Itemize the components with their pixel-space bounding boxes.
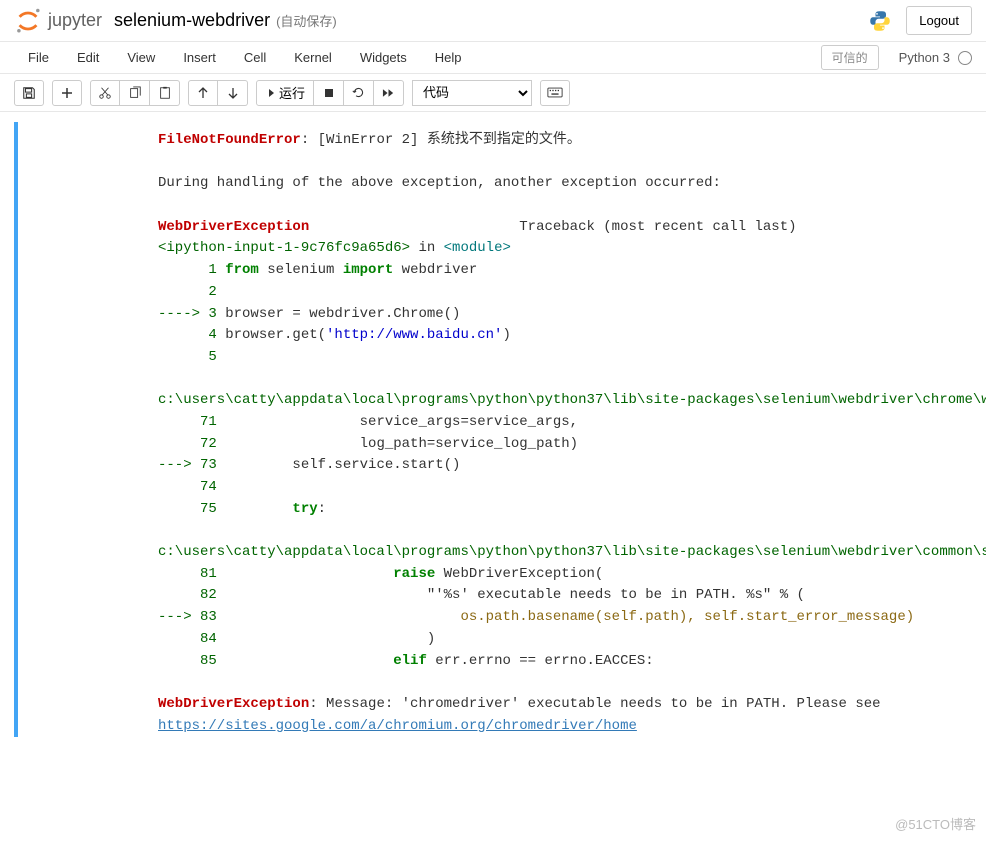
kernel-indicator: Python 3 — [899, 50, 972, 65]
keyboard-icon — [547, 87, 563, 98]
error-name: WebDriverException — [158, 219, 309, 235]
menu-widgets[interactable]: Widgets — [346, 44, 421, 71]
arrow-down-icon — [227, 87, 239, 99]
run-label: 运行 — [279, 83, 305, 102]
jupyter-icon — [14, 7, 42, 35]
move-down-button[interactable] — [218, 80, 248, 106]
restart-icon — [352, 86, 365, 99]
command-palette-button[interactable] — [540, 80, 570, 106]
arrow-up-icon — [197, 87, 209, 99]
restart-button[interactable] — [344, 80, 374, 106]
logo-text: jupyter — [48, 10, 102, 31]
menubar: File Edit View Insert Cell Kernel Widget… — [0, 42, 986, 74]
menu-insert[interactable]: Insert — [169, 44, 230, 71]
cut-icon — [98, 86, 112, 100]
paste-button[interactable] — [150, 80, 180, 106]
cut-button[interactable] — [90, 80, 120, 106]
save-icon — [22, 86, 36, 100]
chromedriver-link[interactable]: https://sites.google.com/a/chromium.org/… — [158, 718, 637, 734]
notebook-title[interactable]: selenium-webdriver — [114, 10, 270, 31]
menu-edit[interactable]: Edit — [63, 44, 113, 71]
error-name: WebDriverException — [158, 696, 309, 712]
cell-type-select[interactable]: 代码 — [412, 80, 532, 106]
code-cell[interactable]: FileNotFoundError: [WinError 2] 系统找不到指定的… — [14, 122, 972, 737]
run-icon — [265, 88, 275, 98]
paste-icon — [158, 86, 172, 100]
menu-view[interactable]: View — [113, 44, 169, 71]
menu-help[interactable]: Help — [421, 44, 476, 71]
trust-button[interactable]: 可信的 — [821, 45, 879, 70]
error-name: FileNotFoundError — [158, 132, 301, 148]
move-up-button[interactable] — [188, 80, 218, 106]
plus-icon — [61, 87, 73, 99]
header: jupyter selenium-webdriver (自动保存) Logout — [0, 0, 986, 42]
copy-button[interactable] — [120, 80, 150, 106]
toolbar: 运行 代码 — [0, 74, 986, 112]
menu-file[interactable]: File — [14, 44, 63, 71]
kernel-idle-icon — [958, 51, 972, 65]
stop-icon — [324, 88, 334, 98]
run-button[interactable]: 运行 — [256, 80, 314, 106]
menu-cell[interactable]: Cell — [230, 44, 280, 71]
jupyter-logo[interactable]: jupyter — [14, 7, 102, 35]
restart-run-all-button[interactable] — [374, 80, 404, 106]
prompt-area — [18, 122, 158, 737]
stop-button[interactable] — [314, 80, 344, 106]
copy-icon — [128, 86, 142, 100]
logout-button[interactable]: Logout — [906, 6, 972, 35]
fast-forward-icon — [382, 88, 395, 98]
cell-output: FileNotFoundError: [WinError 2] 系统找不到指定的… — [158, 122, 986, 737]
watermark: @51CTO博客 — [895, 814, 976, 833]
menu-kernel[interactable]: Kernel — [280, 44, 346, 71]
add-cell-button[interactable] — [52, 80, 82, 106]
kernel-name: Python 3 — [899, 50, 950, 65]
python-icon — [868, 9, 892, 33]
save-button[interactable] — [14, 80, 44, 106]
autosave-status: (自动保存) — [276, 11, 337, 30]
notebook-area: FileNotFoundError: [WinError 2] 系统找不到指定的… — [0, 112, 986, 777]
